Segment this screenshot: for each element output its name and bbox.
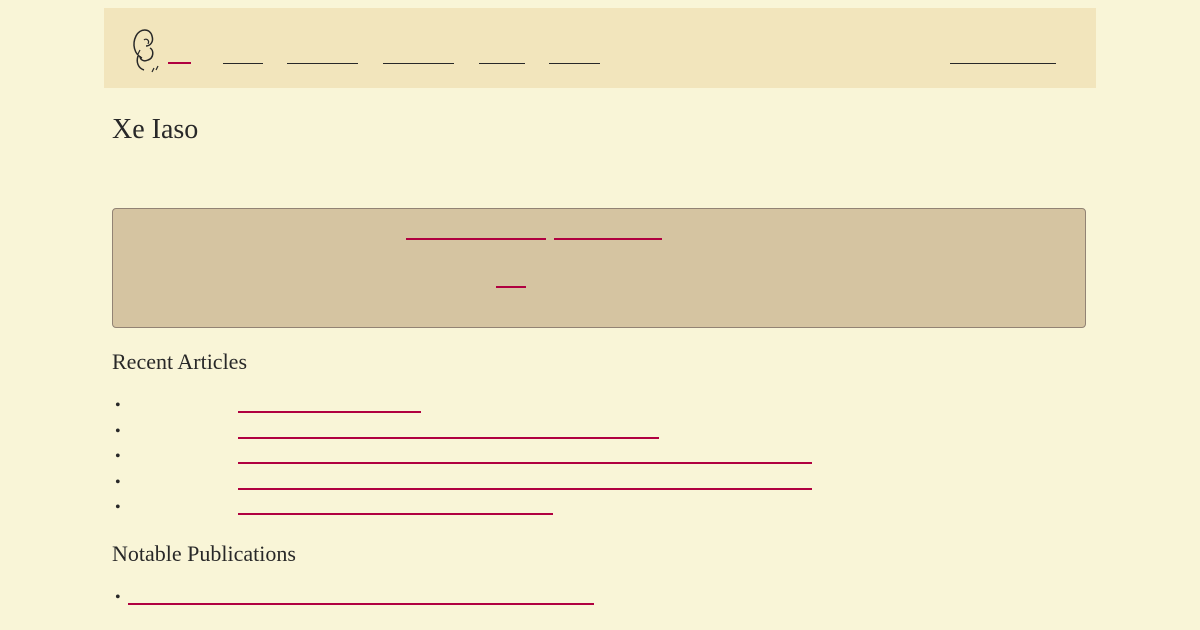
- notice-link-3[interactable]: [496, 286, 526, 288]
- list-bullet: •: [115, 589, 121, 606]
- list-bullet: •: [115, 423, 121, 440]
- notice-link-2[interactable]: [554, 238, 662, 240]
- nav-link-3[interactable]: [383, 63, 454, 64]
- nav-link-4[interactable]: [479, 63, 525, 64]
- article-link[interactable]: [238, 488, 812, 490]
- publication-link[interactable]: [128, 603, 594, 605]
- page-title: Xe Iaso: [112, 114, 199, 145]
- article-link[interactable]: [238, 437, 659, 439]
- site-header: [104, 8, 1096, 88]
- recent-articles-heading: Recent Articles: [112, 349, 248, 374]
- notice-link-1[interactable]: [406, 238, 546, 240]
- notable-publications-heading: Notable Publications: [112, 541, 296, 566]
- list-bullet: •: [115, 397, 121, 414]
- character-sketch-logo-icon[interactable]: [128, 20, 164, 76]
- article-link[interactable]: [238, 462, 812, 464]
- nav-link-5[interactable]: [549, 63, 600, 64]
- list-bullet: •: [115, 448, 121, 465]
- article-link[interactable]: [238, 513, 553, 515]
- nav-link-2[interactable]: [287, 63, 358, 64]
- article-link[interactable]: [238, 411, 421, 413]
- list-bullet: •: [115, 474, 121, 491]
- nav-home-link[interactable]: [168, 62, 191, 64]
- notice-box: [112, 208, 1086, 328]
- list-bullet: •: [115, 499, 121, 516]
- nav-link-right[interactable]: [950, 63, 1056, 64]
- nav-link-1[interactable]: [223, 63, 263, 64]
